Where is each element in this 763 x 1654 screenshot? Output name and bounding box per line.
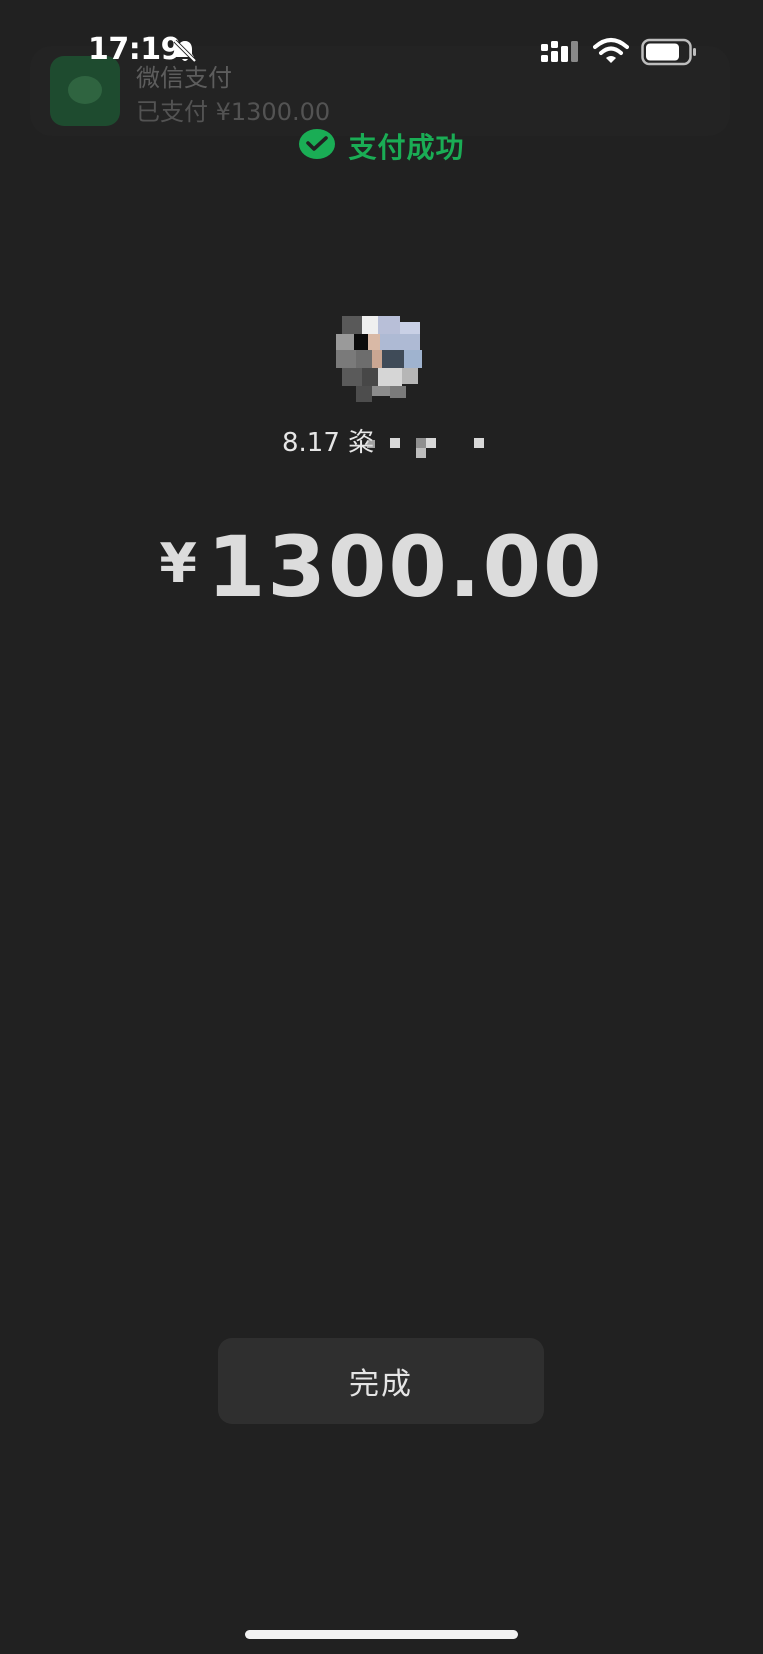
bell-off-icon — [173, 39, 197, 63]
redaction-block — [426, 438, 436, 448]
wifi-icon — [593, 38, 629, 63]
redaction-block — [416, 448, 426, 458]
redaction-block — [474, 438, 484, 448]
redaction-block — [416, 438, 426, 448]
wechat-pay-icon — [299, 129, 336, 159]
status-time: 17:19 — [88, 32, 182, 67]
amount-value: 1300.00 — [206, 518, 604, 616]
currency-symbol: ¥ — [159, 532, 197, 595]
payment-amount: ¥ 1300.00 — [0, 518, 763, 616]
redaction-block — [390, 438, 400, 448]
merchant-name: 8.17 粢 — [282, 428, 375, 458]
avatar — [336, 316, 430, 410]
merchant-name-line: 8.17 粢 — [282, 422, 512, 462]
signal-icon — [541, 41, 578, 62]
payment-success-text: 支付成功 — [348, 131, 465, 164]
redaction-block — [367, 440, 375, 448]
done-button[interactable]: 完成 — [218, 1338, 544, 1424]
status-bar: 17:19 — [0, 0, 763, 100]
payment-success-header: 支付成功 — [0, 126, 763, 166]
battery-icon — [641, 38, 696, 66]
home-indicator[interactable] — [245, 1630, 518, 1639]
